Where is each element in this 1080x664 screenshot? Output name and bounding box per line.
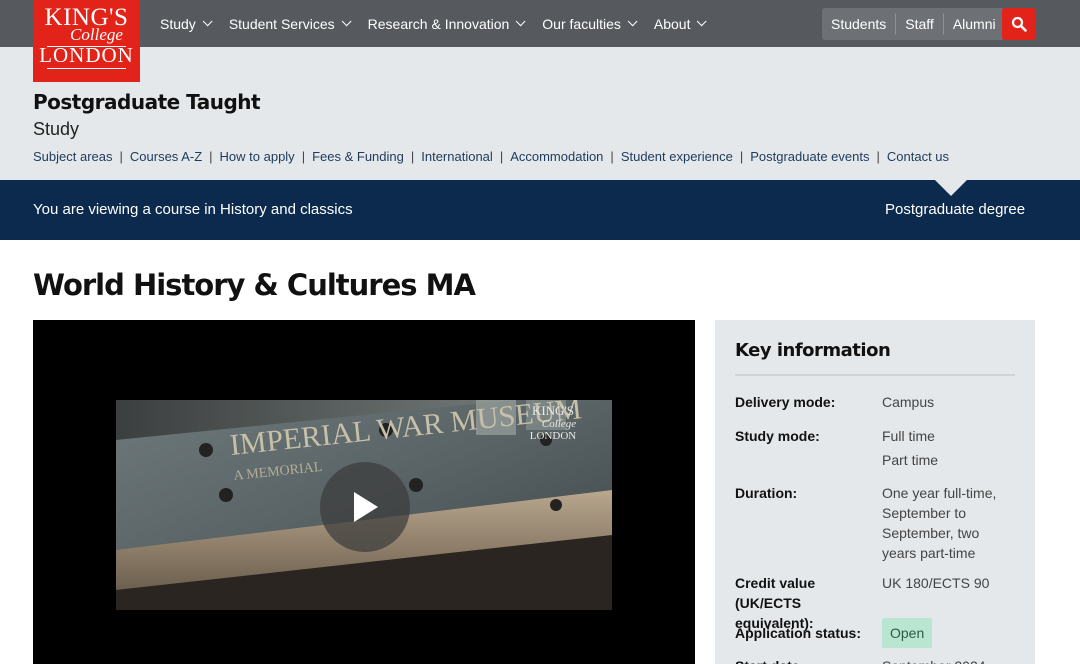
nav-item-study[interactable]: Study bbox=[160, 15, 213, 32]
watermark-line-3: LONDON bbox=[530, 430, 576, 442]
section-header: Postgraduate Taught Study Subject areas |… bbox=[0, 47, 1080, 180]
info-label: Application status: bbox=[735, 625, 862, 641]
subnav-student-experience[interactable]: Student experience bbox=[621, 149, 733, 164]
nav-item-label: Our faculties bbox=[542, 15, 621, 32]
divider: | bbox=[301, 149, 306, 164]
divider: | bbox=[876, 149, 880, 164]
divider: | bbox=[410, 149, 415, 164]
info-value-secondary: Part time bbox=[882, 452, 939, 468]
subnav-fees-funding[interactable]: Fees & Funding bbox=[312, 149, 404, 164]
info-value: Campus bbox=[882, 394, 935, 410]
subnav-how-to-apply[interactable]: How to apply bbox=[220, 149, 295, 164]
key-information-panel: Key information Delivery mode: Campus St… bbox=[715, 320, 1035, 664]
info-label: Delivery mode: bbox=[735, 394, 836, 410]
section-title[interactable]: Postgraduate Taught bbox=[33, 90, 261, 114]
page-title: World History & Cultures MA bbox=[33, 268, 476, 302]
staff-link[interactable]: Staff bbox=[896, 8, 943, 40]
divider: | bbox=[739, 149, 744, 164]
nav-item-label: Student Services bbox=[228, 15, 335, 32]
divider bbox=[735, 374, 1015, 376]
nav-item-research-innovation[interactable]: Research & Innovation bbox=[367, 15, 526, 32]
info-value: September 2024 bbox=[882, 656, 1015, 664]
banner-notch bbox=[935, 180, 967, 196]
audience-links: Students Staff Alumni bbox=[822, 8, 1005, 40]
nav-item-about[interactable]: About bbox=[653, 15, 708, 32]
nav-item-label: Study bbox=[160, 15, 196, 32]
logo-line-2: College bbox=[70, 25, 123, 44]
course-subject-text: You are viewing a course in History and … bbox=[33, 201, 353, 218]
nav-item-our-faculties[interactable]: Our faculties bbox=[542, 15, 638, 32]
divider: | bbox=[209, 149, 213, 164]
divider: | bbox=[119, 149, 123, 164]
chevron-down-icon bbox=[341, 16, 352, 27]
divider: | bbox=[610, 149, 614, 164]
info-value: One year full-time, September to Septemb… bbox=[882, 485, 997, 561]
watermark-line-1: KING'S bbox=[532, 403, 574, 418]
subnav-accommodation[interactable]: Accommodation bbox=[510, 149, 603, 164]
section-subtitle: Study bbox=[33, 119, 80, 139]
main-nav: Study Student Services Research & Innova… bbox=[160, 0, 723, 47]
info-value: UK 180/ECTS 90 bbox=[882, 575, 990, 591]
info-value: Full time bbox=[882, 428, 935, 444]
subnav-postgraduate-events[interactable]: Postgraduate events bbox=[750, 149, 869, 164]
search-icon bbox=[1011, 16, 1027, 32]
status-badge: Open bbox=[882, 618, 933, 648]
nav-item-label: Research & Innovation bbox=[367, 15, 510, 32]
chevron-down-icon bbox=[627, 16, 638, 27]
top-navigation: Study Student Services Research & Innova… bbox=[0, 0, 1080, 47]
divider: | bbox=[499, 149, 504, 164]
kings-college-london-logo[interactable]: KING'S College LONDON bbox=[33, 0, 140, 82]
nav-item-student-services[interactable]: Student Services bbox=[228, 15, 352, 32]
watermark-line-2: College bbox=[542, 418, 576, 430]
subnav-international[interactable]: International bbox=[421, 149, 493, 164]
degree-type-text: Postgraduate degree bbox=[885, 201, 1026, 218]
search-button[interactable] bbox=[1002, 8, 1036, 40]
chevron-down-icon bbox=[697, 16, 708, 27]
section-subnav: Subject areas | Courses A-Z | How to apply… bbox=[33, 149, 949, 164]
subnav-subject-areas[interactable]: Subject areas bbox=[33, 149, 113, 164]
info-label: Duration: bbox=[735, 485, 798, 501]
play-icon bbox=[354, 492, 378, 522]
subnav-courses-a-z[interactable]: Courses A-Z bbox=[130, 149, 202, 164]
students-link[interactable]: Students bbox=[822, 8, 895, 40]
logo-rule bbox=[47, 68, 126, 69]
info-label: Start date: bbox=[735, 656, 875, 664]
subnav-contact-us[interactable]: Contact us bbox=[887, 149, 949, 164]
logo-line-3: LONDON bbox=[39, 43, 134, 67]
play-button[interactable] bbox=[320, 462, 410, 552]
key-information-heading: Key information bbox=[735, 340, 891, 361]
chevron-down-icon bbox=[515, 16, 526, 27]
info-label: Study mode: bbox=[735, 428, 820, 444]
info-value: Open bbox=[882, 618, 1015, 648]
course-video[interactable]: IMPERIAL WAR MUSEUM A MEMORIAL KING'S Co… bbox=[33, 320, 695, 664]
chevron-down-icon bbox=[202, 16, 213, 27]
course-context-banner: You are viewing a course in History and … bbox=[0, 180, 1080, 240]
nav-item-label: About bbox=[653, 15, 691, 32]
alumni-link[interactable]: Alumni bbox=[944, 8, 1005, 40]
